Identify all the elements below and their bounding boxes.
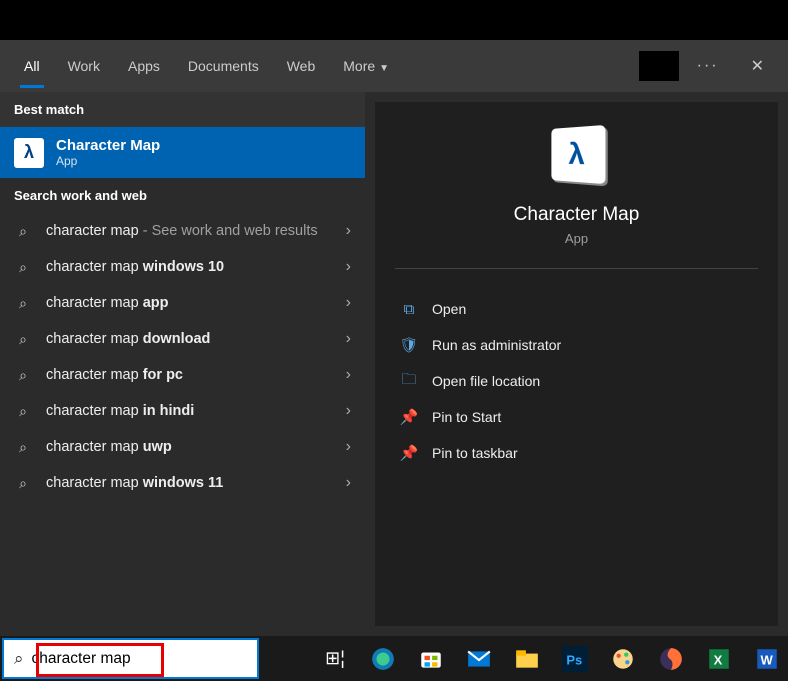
result-item[interactable]: ⌕ character map - See work and web resul…: [0, 213, 365, 249]
chevron-right-icon: ›: [346, 294, 351, 312]
chevron-right-icon: ›: [346, 330, 351, 348]
tab-more[interactable]: More▼: [329, 44, 403, 88]
charmap-icon: λ: [14, 138, 44, 168]
action-run-admin[interactable]: 🛡 Run as administrator: [375, 327, 778, 363]
open-icon: ⧉: [400, 300, 418, 318]
chevron-right-icon: ›: [346, 222, 351, 240]
account-avatar[interactable]: [639, 51, 679, 81]
detail-title: Character Map: [375, 204, 778, 226]
search-input[interactable]: [32, 650, 247, 668]
tab-web[interactable]: Web: [273, 44, 330, 88]
result-item[interactable]: ⌕ character map windows 11 ›: [0, 465, 365, 501]
divider: [395, 268, 758, 269]
close-icon[interactable]: ✕: [737, 48, 778, 84]
pin-icon: 📌: [400, 444, 418, 462]
task-view-icon[interactable]: ⊞¦: [314, 639, 356, 679]
firefox-icon[interactable]: [650, 639, 692, 679]
svg-text:Ps: Ps: [566, 652, 582, 667]
tab-apps[interactable]: Apps: [114, 44, 174, 88]
taskbar: ⌕ ⊞¦ Ps X W: [0, 636, 788, 681]
tab-documents[interactable]: Documents: [174, 44, 273, 88]
chevron-right-icon: ›: [346, 366, 351, 384]
result-item[interactable]: ⌕ character map windows 10 ›: [0, 249, 365, 285]
action-open[interactable]: ⧉ Open: [375, 291, 778, 327]
chevron-right-icon: ›: [346, 474, 351, 492]
tab-all[interactable]: All: [10, 44, 54, 88]
search-panel: All Work Apps Documents Web More▼ ··· ✕ …: [0, 40, 788, 636]
tabs-row: All Work Apps Documents Web More▼ ··· ✕: [0, 40, 788, 92]
best-match-item[interactable]: λ Character Map App: [0, 127, 365, 178]
search-work-web-header: Search work and web: [0, 178, 365, 213]
result-item[interactable]: ⌕ character map app ›: [0, 285, 365, 321]
svg-text:X: X: [714, 652, 723, 667]
chevron-right-icon: ›: [346, 438, 351, 456]
action-pin-taskbar[interactable]: 📌 Pin to taskbar: [375, 435, 778, 471]
search-icon: ⌕: [14, 649, 24, 669]
admin-icon: 🛡: [400, 336, 418, 354]
results-pane: Best match λ Character Map App Search wo…: [0, 92, 365, 636]
content-split: Best match λ Character Map App Search wo…: [0, 92, 788, 636]
detail-subtitle: App: [375, 231, 778, 246]
search-icon: ⌕: [14, 403, 32, 420]
search-icon: ⌕: [14, 439, 32, 456]
taskbar-icons: ⊞¦ Ps X W: [314, 639, 788, 679]
result-item[interactable]: ⌕ character map download ›: [0, 321, 365, 357]
folder-icon: 🗀: [400, 372, 418, 390]
pin-icon: 📌: [400, 408, 418, 426]
chevron-down-icon: ▼: [379, 63, 389, 74]
result-item[interactable]: ⌕ character map for pc ›: [0, 357, 365, 393]
search-icon: ⌕: [14, 295, 32, 312]
result-item[interactable]: ⌕ character map in hindi ›: [0, 393, 365, 429]
detail-pane: λ Character Map App ⧉ Open 🛡 Run as admi…: [375, 102, 778, 626]
search-icon: ⌕: [14, 223, 32, 240]
action-pin-start[interactable]: 📌 Pin to Start: [375, 399, 778, 435]
search-icon: ⌕: [14, 367, 32, 384]
more-options-icon[interactable]: ···: [697, 57, 719, 75]
best-match-title: Character Map: [56, 137, 160, 154]
search-icon: ⌕: [14, 475, 32, 492]
best-match-subtitle: App: [56, 154, 160, 168]
svg-text:W: W: [761, 652, 774, 667]
paint-icon[interactable]: [602, 639, 644, 679]
word-icon[interactable]: W: [746, 639, 788, 679]
chevron-right-icon: ›: [346, 258, 351, 276]
mail-icon[interactable]: [458, 639, 500, 679]
action-open-location[interactable]: 🗀 Open file location: [375, 363, 778, 399]
store-icon[interactable]: [410, 639, 452, 679]
photoshop-icon[interactable]: Ps: [554, 639, 596, 679]
taskbar-search-box[interactable]: ⌕: [2, 638, 259, 679]
file-explorer-icon[interactable]: [506, 639, 548, 679]
tab-work[interactable]: Work: [54, 44, 114, 88]
result-item[interactable]: ⌕ character map uwp ›: [0, 429, 365, 465]
titlebar-black: [0, 0, 788, 40]
search-icon: ⌕: [14, 259, 32, 276]
edge-icon[interactable]: [362, 639, 404, 679]
best-match-header: Best match: [0, 92, 365, 127]
chevron-right-icon: ›: [346, 402, 351, 420]
excel-icon[interactable]: X: [698, 639, 740, 679]
charmap-icon-large: λ: [551, 125, 605, 184]
search-icon: ⌕: [14, 331, 32, 348]
